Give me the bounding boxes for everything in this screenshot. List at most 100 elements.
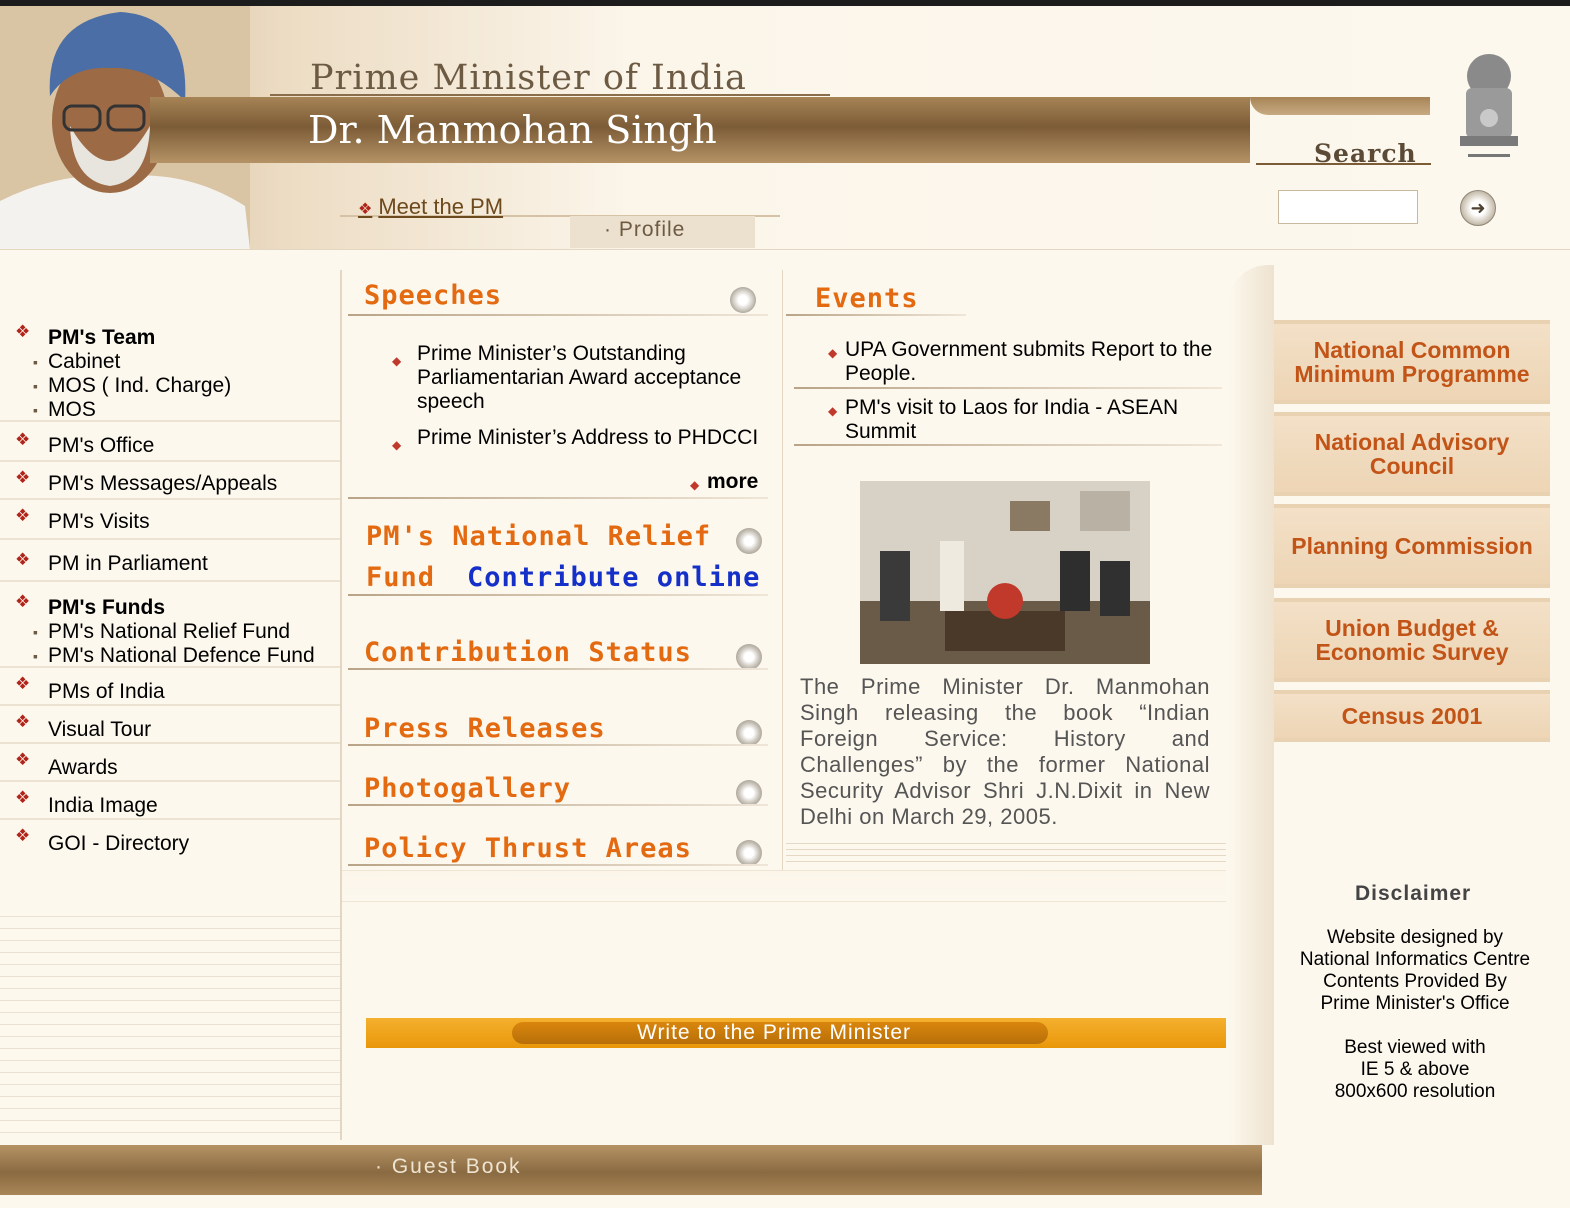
speeches-heading[interactable]: Speeches — [364, 280, 502, 311]
diamond-icon: ❖ — [15, 322, 31, 341]
meet-the-pm-link[interactable]: ❖ Meet the PM — [358, 194, 503, 220]
search-input[interactable] — [1278, 190, 1418, 224]
nav-relief-fund[interactable]: PM's National Relief Fund — [48, 620, 290, 644]
disclaimer-line-4: Prime Minister's Office — [1320, 993, 1510, 1014]
speeches-arrow-icon[interactable]: ↙ — [730, 287, 756, 313]
contribution-rule — [348, 668, 768, 670]
bullet-icon: ▪ — [33, 378, 38, 394]
nav-pms-funds-label[interactable]: PM's Funds — [48, 596, 165, 620]
bottom-strip — [0, 1195, 1570, 1208]
name-band-curve — [1250, 97, 1430, 115]
nav-goi-directory[interactable]: ❖ GOI - Directory — [0, 820, 340, 856]
nav-stripes — [0, 905, 340, 1140]
nav-goi-directory-label: GOI - Directory — [48, 832, 190, 855]
nav-mos-ind-charge[interactable]: MOS ( Ind. Charge) — [48, 374, 231, 398]
speeches-more-link[interactable]: more — [707, 470, 758, 494]
photogallery-heading[interactable]: Photogallery — [364, 773, 571, 804]
contribute-online-link[interactable]: Contribute online — [467, 562, 760, 593]
nav-visual-tour[interactable]: ❖ Visual Tour — [0, 706, 340, 744]
events-rule — [786, 314, 966, 316]
nav-pms-of-india[interactable]: ❖ PMs of India — [0, 668, 340, 706]
search-go-button[interactable]: ➜ — [1460, 190, 1496, 226]
diamond-icon: ❖ — [15, 430, 31, 449]
best-viewed-2: IE 5 & above — [1360, 1059, 1470, 1080]
diamond-icon: ❖ — [15, 506, 31, 525]
photogallery-arrow-icon[interactable]: ● — [736, 780, 762, 806]
site-title: Prime Minister of India — [310, 58, 747, 98]
event-photo-caption: The Prime Minister Dr. Manmohan Singh re… — [800, 674, 1210, 829]
bullet-icon: ▪ — [33, 624, 38, 640]
nav-messages[interactable]: ❖ PM's Messages/Appeals — [0, 462, 340, 500]
policy-heading[interactable]: Policy Thrust Areas — [364, 833, 692, 864]
profile-label: Profile — [618, 218, 686, 241]
diamond-icon: ❖ — [15, 592, 31, 611]
center-footer-band — [342, 870, 1226, 902]
nav-pms-funds: ❖ PM's Funds ▪ PM's National Relief Fund… — [0, 582, 340, 668]
photogallery-rule — [348, 804, 768, 806]
bullet-icon: ▪ — [33, 354, 38, 370]
nav-messages-label: PM's Messages/Appeals — [48, 472, 278, 495]
speech-item-1[interactable]: Prime Minister’s Outstanding Parliamenta… — [417, 342, 767, 414]
link-union-budget[interactable]: Union Budget & Economic Survey — [1274, 598, 1550, 682]
nav-visits-label: PM's Visits — [48, 510, 150, 533]
relief-rule — [348, 594, 768, 596]
bullet-icon: ◆ — [392, 438, 402, 452]
nav-parliament[interactable]: ❖ PM in Parliament — [0, 540, 340, 582]
guest-book-label: Guest Book — [391, 1155, 522, 1178]
events-heading[interactable]: Events — [815, 283, 919, 314]
diamond-icon: ❖ — [15, 550, 31, 569]
disclaimer-line-2: National Informatics Centre — [1299, 949, 1531, 970]
event-item-1[interactable]: UPA Government submits Report to the Peo… — [845, 338, 1215, 386]
contribution-status-heading[interactable]: Contribution Status — [364, 637, 692, 668]
speech-item-2[interactable]: Prime Minister’s Address to PHDCCI — [417, 426, 777, 450]
arrow-right-circle-icon: ➜ — [1470, 198, 1486, 218]
press-releases-heading[interactable]: Press Releases — [364, 713, 606, 744]
speeches-bottom-rule — [348, 497, 768, 499]
link-nac[interactable]: National Advisory Council — [1274, 412, 1550, 496]
title-rule — [270, 94, 830, 96]
policy-rule — [348, 864, 768, 866]
press-arrow-icon[interactable]: ● — [736, 720, 762, 746]
profile-link[interactable]: · Profile — [604, 218, 685, 242]
meet-label: Meet the PM — [378, 194, 504, 219]
nav-awards[interactable]: ❖ Awards — [0, 744, 340, 782]
diamond-icon: ❖ — [15, 826, 31, 845]
bullet-icon: ◆ — [690, 478, 700, 492]
contribution-arrow-icon[interactable]: ● — [736, 644, 762, 670]
nav-awards-label: Awards — [48, 756, 118, 779]
national-emblem-icon — [1448, 48, 1530, 168]
guest-book-link[interactable]: · Guest Book — [375, 1155, 522, 1179]
disclaimer-line-1: Website designed by — [1326, 927, 1504, 948]
link-census[interactable]: Census 2001 — [1274, 690, 1550, 742]
nav-india-image-label: India Image — [48, 794, 158, 817]
relief-fund-heading-fund[interactable]: Fund — [366, 562, 435, 593]
link-planning-commission[interactable]: Planning Commission — [1274, 504, 1550, 588]
nav-pms-office[interactable]: ❖ PM's Office — [0, 422, 340, 462]
bullet-icon: ▪ — [33, 648, 38, 664]
nav-india-image[interactable]: ❖ India Image — [0, 782, 340, 820]
diamond-icon: ❖ — [15, 712, 31, 731]
relief-fund-heading[interactable]: PM's National Relief — [366, 521, 711, 552]
disclaimer-heading[interactable]: Disclaimer — [1355, 882, 1471, 906]
nav-pms-of-india-label: PMs of India — [48, 680, 165, 703]
event-item-2[interactable]: PM's visit to Laos for India - ASEAN Sum… — [845, 396, 1215, 444]
nav-visits[interactable]: ❖ PM's Visits — [0, 500, 340, 540]
relief-arrow-icon[interactable]: ● — [736, 528, 762, 554]
bullet-icon: ◆ — [828, 404, 838, 418]
column-divider-2 — [782, 270, 783, 870]
nav-mos[interactable]: MOS — [48, 398, 96, 422]
search-rule — [1256, 163, 1431, 165]
nav-cabinet[interactable]: Cabinet — [48, 350, 120, 374]
press-rule — [348, 744, 768, 746]
bullet-icon: ◆ — [828, 346, 838, 360]
nav-visual-tour-label: Visual Tour — [48, 718, 152, 741]
nav-pms-team-label[interactable]: PM's Team — [48, 326, 155, 350]
column-divider — [340, 270, 342, 1140]
bullet-icon: ◆ — [392, 354, 402, 368]
write-to-pm-label[interactable]: Write to the Prime Minister — [637, 1021, 911, 1045]
link-ncmp[interactable]: National Common Minimum Programme — [1274, 320, 1550, 404]
event-photo[interactable] — [860, 481, 1150, 664]
nav-defence-fund[interactable]: PM's National Defence Fund — [48, 644, 315, 668]
policy-arrow-icon[interactable]: ● — [736, 840, 762, 866]
diamond-icon: ❖ — [15, 788, 31, 807]
